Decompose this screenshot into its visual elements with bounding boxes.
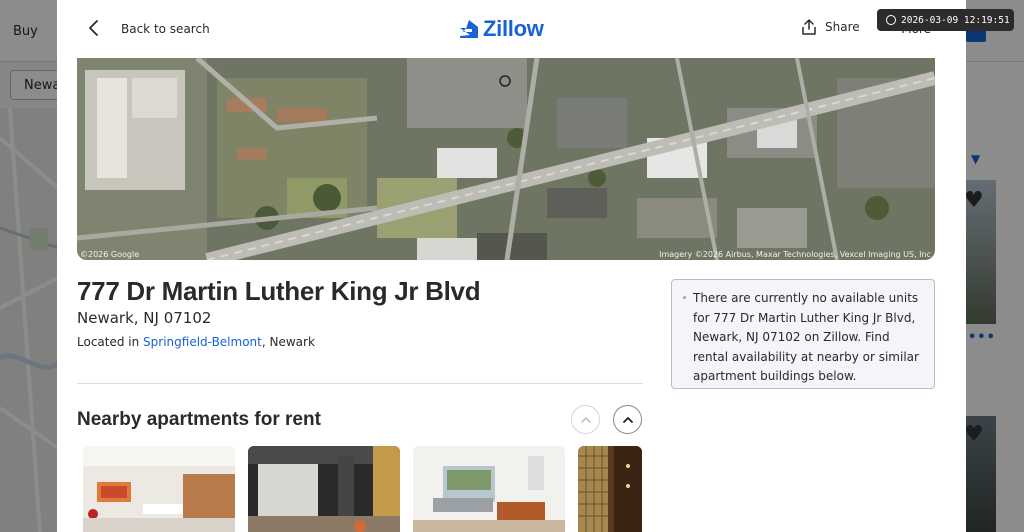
listing-photo (248, 446, 400, 532)
property-city-state-zip: Newark, NJ 07102 (77, 309, 212, 327)
listing-photo (83, 446, 235, 532)
availability-notice: There are currently no available units f… (671, 279, 935, 389)
listing-photo (578, 446, 642, 532)
chevron-up-icon (580, 416, 591, 423)
zillow-logo-icon (460, 20, 478, 38)
timestamp-badge: 2026-03-09 12:19:51 (877, 9, 1014, 31)
availability-notice-text: There are currently no available units f… (693, 291, 919, 383)
property-address: 777 Dr Martin Luther King Jr Blvd (77, 276, 481, 306)
carousel-prev-button[interactable] (571, 405, 600, 434)
timestamp-text: 2026-03-09 12:19:51 (901, 14, 1010, 26)
clock-icon (886, 15, 896, 25)
modal-header: Back to search Zillow Share ••• More (57, 0, 966, 58)
map-credit-left: ©2026 Google (80, 250, 140, 259)
property-location: Located in Springfield-Belmont, Newark (77, 335, 315, 349)
chevron-left-icon[interactable] (84, 17, 106, 39)
share-label: Share (825, 20, 860, 34)
share-icon (802, 19, 816, 35)
nearby-listing-card[interactable] (578, 446, 642, 532)
chevron-up-icon (622, 416, 633, 423)
zillow-logo[interactable]: Zillow (459, 16, 544, 42)
located-in-label: Located in (77, 335, 144, 349)
nearby-listing-card[interactable] (413, 446, 565, 532)
back-to-search-link[interactable]: Back to search (121, 22, 210, 36)
share-button[interactable]: Share (800, 18, 860, 36)
nearby-section-title: Nearby apartments for rent (77, 409, 321, 430)
notice-bullet (683, 296, 686, 299)
satellite-imagery (77, 58, 935, 260)
section-divider (77, 383, 643, 384)
satellite-map-image[interactable]: ©2026 Google Imagery ©2026 Airbus, Maxar… (77, 58, 935, 260)
nearby-listing-card[interactable] (248, 446, 400, 532)
neighborhood-link[interactable]: Springfield-Belmont (143, 335, 262, 349)
carousel-next-button[interactable] (613, 405, 642, 434)
nearby-listing-card[interactable] (83, 446, 235, 532)
map-credit-right: Imagery ©2026 Airbus, Maxar Technologies… (659, 250, 931, 259)
property-modal: Back to search Zillow Share ••• More (57, 0, 966, 532)
city-label: , Newark (261, 335, 315, 349)
listing-photo (413, 446, 565, 532)
zillow-logo-text: Zillow (483, 16, 544, 41)
